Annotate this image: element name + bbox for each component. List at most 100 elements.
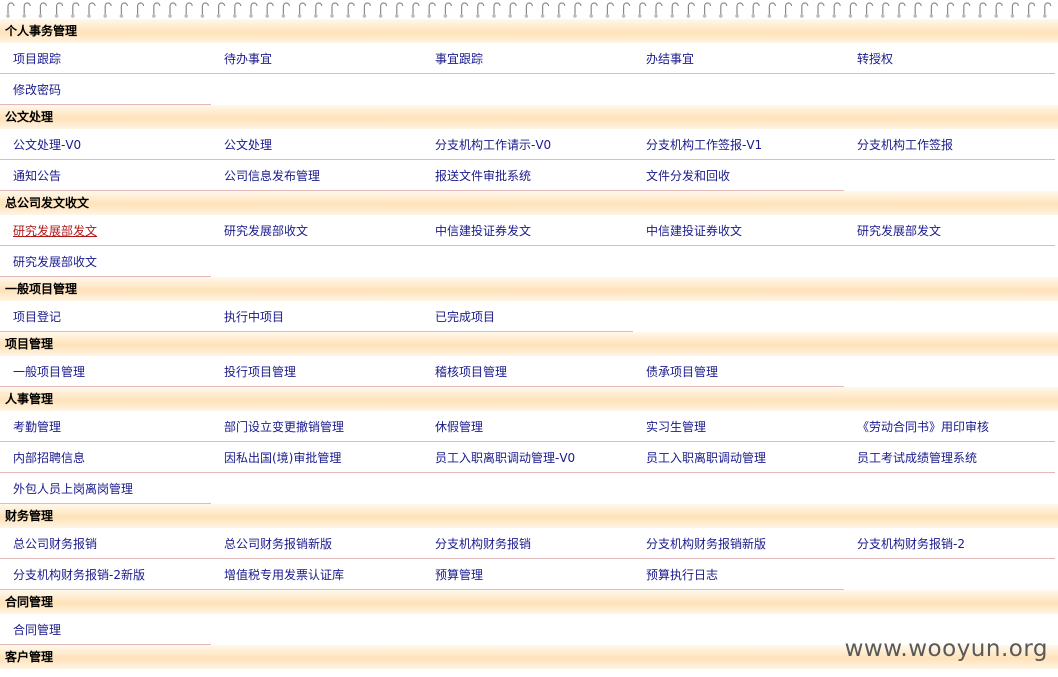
menu-link[interactable]: 员工考试成绩管理系统 bbox=[844, 442, 1055, 473]
menu-link[interactable]: 分支机构财务报销新版 bbox=[633, 528, 844, 559]
menu-link[interactable]: 文件分发和回收 bbox=[633, 160, 844, 191]
empty-cell bbox=[211, 74, 422, 105]
menu-link[interactable]: 分支机构财务报销-2 bbox=[844, 528, 1055, 559]
binding-ring-icon bbox=[994, 2, 1003, 18]
menu-link[interactable]: 考勤管理 bbox=[0, 411, 211, 442]
binding-ring-icon bbox=[265, 2, 274, 18]
ring-binding-graphic bbox=[6, 2, 1052, 18]
menu-link[interactable]: 事宜跟踪 bbox=[422, 43, 633, 74]
binding-ring-icon bbox=[719, 2, 728, 18]
binding-ring-icon bbox=[654, 2, 663, 18]
notebook-ring-binding bbox=[0, 0, 1058, 20]
binding-ring-icon bbox=[1010, 2, 1019, 18]
menu-link[interactable]: 员工入职离职调动管理 bbox=[633, 442, 844, 473]
binding-ring-icon bbox=[135, 2, 145, 18]
menu-link[interactable]: 分支机构工作签报 bbox=[844, 129, 1055, 160]
menu-sections: 个人事务管理 项目跟踪 待办事宜 事宜跟踪 办结事宜 转授权修改密码 公文处理 公文处理-V0… bbox=[0, 19, 1058, 669]
binding-ring-icon bbox=[589, 2, 598, 18]
menu-link[interactable]: 项目跟踪 bbox=[0, 43, 211, 74]
binding-ring-icon bbox=[184, 2, 193, 18]
binding-ring-icon bbox=[378, 2, 388, 18]
menu-link[interactable]: 分支机构财务报销 bbox=[422, 528, 633, 559]
menu-link[interactable]: 待办事宜 bbox=[211, 43, 422, 74]
section-link-grid: 研究发展部发文 研究发展部收文 中信建投证券发文 中信建投证券收文 研究发展部发文 研究发… bbox=[0, 215, 1058, 277]
menu-link[interactable]: 休假管理 bbox=[422, 411, 633, 442]
menu-link[interactable]: 公司信息发布管理 bbox=[211, 160, 422, 191]
binding-ring-icon bbox=[443, 2, 452, 18]
menu-link[interactable]: 公文处理-V0 bbox=[0, 129, 211, 160]
menu-link[interactable]: 合同管理 bbox=[0, 614, 211, 645]
empty-cell bbox=[633, 301, 844, 332]
section-header: 总公司发文收文 bbox=[0, 191, 1058, 215]
section-link-grid: 总公司财务报销 总公司财务报销新版 分支机构财务报销 分支机构财务报销新版 分支机构财务… bbox=[0, 528, 1058, 590]
binding-ring-icon bbox=[476, 2, 485, 18]
section-link-grid: 考勤管理 部门设立变更撤销管理 休假管理 实习生管理 《劳动合同书》用印审核内部招聘信息… bbox=[0, 411, 1058, 504]
section-header: 合同管理 bbox=[0, 590, 1058, 614]
menu-link[interactable]: 中信建投证券发文 bbox=[422, 215, 633, 246]
menu-link[interactable]: 预算管理 bbox=[422, 559, 633, 590]
section-link-grid: 项目跟踪 待办事宜 事宜跟踪 办结事宜 转授权修改密码 bbox=[0, 43, 1058, 105]
menu-link[interactable]: 债承项目管理 bbox=[633, 356, 844, 387]
menu-link[interactable]: 研究发展部发文 bbox=[0, 215, 211, 246]
menu-link[interactable]: 总公司财务报销新版 bbox=[211, 528, 422, 559]
section-link-grid: 项目登记 执行中项目 已完成项目 bbox=[0, 301, 1058, 332]
menu-link[interactable]: 执行中项目 bbox=[211, 301, 422, 332]
binding-ring-icon bbox=[411, 2, 420, 18]
menu-link[interactable]: 投行项目管理 bbox=[211, 356, 422, 387]
menu-link[interactable]: 分支机构工作签报-V1 bbox=[633, 129, 844, 160]
menu-link[interactable]: 《劳动合同书》用印审核 bbox=[844, 411, 1055, 442]
empty-cell bbox=[633, 246, 844, 277]
section-header: 个人事务管理 bbox=[0, 19, 1058, 43]
binding-ring-icon bbox=[557, 2, 566, 18]
menu-link[interactable]: 项目登记 bbox=[0, 301, 211, 332]
menu-link[interactable]: 转授权 bbox=[844, 43, 1055, 74]
menu-link[interactable]: 研究发展部收文 bbox=[211, 215, 422, 246]
menu-link[interactable]: 总公司财务报销 bbox=[0, 528, 211, 559]
menu-link[interactable]: 报送文件审批系统 bbox=[422, 160, 633, 191]
menu-link[interactable]: 因私出国(境)审批管理 bbox=[211, 442, 422, 473]
binding-ring-icon bbox=[168, 2, 177, 18]
binding-ring-icon bbox=[249, 2, 258, 18]
binding-ring-icon bbox=[881, 2, 890, 18]
menu-link[interactable]: 分支机构工作请示-V0 bbox=[422, 129, 633, 160]
empty-cell bbox=[633, 473, 844, 504]
menu-link[interactable]: 通知公告 bbox=[0, 160, 211, 191]
menu-link[interactable]: 研究发展部发文 bbox=[844, 215, 1055, 246]
menu-link[interactable]: 预算执行日志 bbox=[633, 559, 844, 590]
menu-link[interactable]: 增值税专用发票认证库 bbox=[211, 559, 422, 590]
empty-cell bbox=[211, 473, 422, 504]
menu-link[interactable]: 一般项目管理 bbox=[0, 356, 211, 387]
binding-ring-icon bbox=[848, 2, 857, 18]
menu-link[interactable]: 内部招聘信息 bbox=[0, 442, 211, 473]
menu-link[interactable]: 中信建投证券收文 bbox=[633, 215, 844, 246]
menu-link[interactable]: 员工入职离职调动管理-V0 bbox=[422, 442, 633, 473]
empty-cell bbox=[211, 614, 422, 645]
empty-cell bbox=[422, 614, 633, 645]
binding-ring-icon bbox=[508, 2, 517, 18]
binding-ring-icon bbox=[929, 2, 938, 18]
menu-link[interactable]: 稽核项目管理 bbox=[422, 356, 633, 387]
menu-link[interactable]: 分支机构财务报销-2新版 bbox=[0, 559, 211, 590]
menu-link[interactable]: 办结事宜 bbox=[633, 43, 844, 74]
binding-ring-icon bbox=[459, 2, 469, 18]
binding-ring-icon bbox=[913, 2, 922, 18]
section-header: 一般项目管理 bbox=[0, 277, 1058, 301]
binding-ring-icon bbox=[897, 2, 906, 18]
binding-ring-icon bbox=[281, 2, 290, 18]
binding-ring-icon bbox=[800, 2, 809, 18]
menu-link[interactable]: 部门设立变更撤销管理 bbox=[211, 411, 422, 442]
menu-link[interactable]: 实习生管理 bbox=[633, 411, 844, 442]
menu-link[interactable]: 公文处理 bbox=[211, 129, 422, 160]
menu-link[interactable]: 已完成项目 bbox=[422, 301, 633, 332]
menu-link[interactable]: 研究发展部收文 bbox=[0, 246, 211, 277]
binding-ring-icon bbox=[978, 2, 987, 18]
binding-ring-icon bbox=[1043, 2, 1052, 18]
binding-ring-icon bbox=[962, 2, 971, 18]
menu-link[interactable]: 修改密码 bbox=[0, 74, 211, 105]
menu-link[interactable]: 外包人员上岗离岗管理 bbox=[0, 473, 211, 504]
empty-cell bbox=[844, 74, 1055, 105]
empty-cell bbox=[844, 246, 1055, 277]
empty-cell bbox=[844, 160, 1055, 191]
binding-ring-icon bbox=[605, 2, 614, 18]
binding-ring-icon bbox=[621, 2, 631, 18]
